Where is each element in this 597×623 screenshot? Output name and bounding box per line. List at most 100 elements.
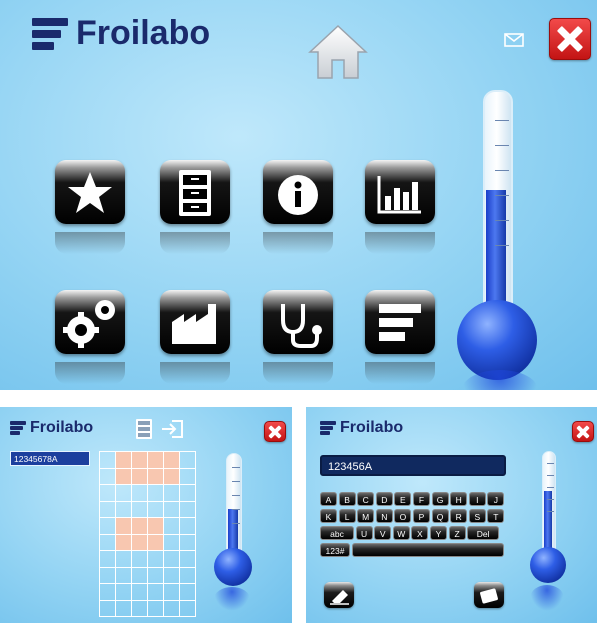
rack-cell[interactable] xyxy=(148,584,164,601)
rack-cell[interactable] xyxy=(100,567,116,584)
rack-cell[interactable] xyxy=(132,468,148,485)
key-g[interactable]: G xyxy=(431,492,449,506)
key-j[interactable]: J xyxy=(487,492,505,506)
home-button[interactable] xyxy=(306,22,370,80)
close-button[interactable] xyxy=(572,421,594,442)
key-b[interactable]: B xyxy=(338,492,356,506)
key-u[interactable]: U xyxy=(355,526,373,540)
factory-tile[interactable] xyxy=(160,290,230,354)
key-m[interactable]: M xyxy=(357,509,375,523)
confirm-button[interactable] xyxy=(474,582,504,608)
rack-cell[interactable] xyxy=(148,518,164,535)
statistics-tile[interactable] xyxy=(365,160,435,224)
key-h[interactable]: H xyxy=(450,492,468,506)
rack-cell[interactable] xyxy=(100,600,116,617)
rack-cell[interactable] xyxy=(148,534,164,551)
login-button[interactable] xyxy=(160,419,184,439)
rack-cell[interactable] xyxy=(180,551,196,568)
rack-cell[interactable] xyxy=(132,534,148,551)
storage-button[interactable] xyxy=(134,418,154,440)
key-e[interactable]: E xyxy=(394,492,412,506)
key-a[interactable]: A xyxy=(320,492,337,506)
rack-cell[interactable] xyxy=(116,485,132,502)
key-t[interactable]: T xyxy=(487,509,505,523)
key-p[interactable]: P xyxy=(413,509,430,523)
key-l[interactable]: L xyxy=(338,509,356,523)
rack-grid[interactable] xyxy=(99,451,196,617)
rack-cell[interactable] xyxy=(164,452,180,469)
close-button[interactable] xyxy=(549,18,591,60)
favorites-tile[interactable] xyxy=(55,160,125,224)
rack-cell[interactable] xyxy=(148,567,164,584)
rack-cell[interactable] xyxy=(164,501,180,518)
rack-cell[interactable] xyxy=(180,518,196,535)
rack-cell[interactable] xyxy=(116,584,132,601)
key-abc[interactable]: abc xyxy=(320,526,354,540)
close-button[interactable] xyxy=(264,421,286,442)
rack-cell[interactable] xyxy=(164,551,180,568)
rack-cell[interactable] xyxy=(164,600,180,617)
rack-cell[interactable] xyxy=(164,567,180,584)
rack-cell[interactable] xyxy=(116,468,132,485)
key-o[interactable]: O xyxy=(394,509,412,523)
key-d[interactable]: D xyxy=(375,492,393,506)
settings-tile[interactable] xyxy=(55,290,125,354)
rack-cell[interactable] xyxy=(180,534,196,551)
rack-cell[interactable] xyxy=(148,452,164,469)
rack-cell[interactable] xyxy=(132,485,148,502)
key-r[interactable]: R xyxy=(450,509,468,523)
rack-cell[interactable] xyxy=(180,452,196,469)
brand-tile[interactable] xyxy=(365,290,435,354)
rack-cell[interactable] xyxy=(132,584,148,601)
rack-cell[interactable] xyxy=(132,567,148,584)
rack-cell[interactable] xyxy=(180,468,196,485)
rack-cell[interactable] xyxy=(100,584,116,601)
key-k[interactable]: K xyxy=(320,509,337,523)
sample-id-field[interactable]: 12345678A xyxy=(10,451,90,466)
text-input[interactable]: 123456A xyxy=(320,455,506,476)
rack-cell[interactable] xyxy=(148,600,164,617)
key-space[interactable] xyxy=(351,543,504,557)
rack-cell[interactable] xyxy=(180,600,196,617)
rack-cell[interactable] xyxy=(100,452,116,469)
maintenance-tile[interactable] xyxy=(263,290,333,354)
clear-button[interactable] xyxy=(324,582,354,608)
rack-cell[interactable] xyxy=(132,551,148,568)
rack-cell[interactable] xyxy=(116,534,132,551)
key-s[interactable]: S xyxy=(468,509,486,523)
rack-cell[interactable] xyxy=(164,534,180,551)
rack-cell[interactable] xyxy=(100,518,116,535)
rack-cell[interactable] xyxy=(116,600,132,617)
rack-cell[interactable] xyxy=(116,551,132,568)
rack-cell[interactable] xyxy=(148,468,164,485)
key-n[interactable]: N xyxy=(375,509,393,523)
rack-cell[interactable] xyxy=(164,584,180,601)
key-del[interactable]: Del xyxy=(467,526,500,540)
rack-cell[interactable] xyxy=(116,452,132,469)
rack-cell[interactable] xyxy=(100,501,116,518)
key-z[interactable]: Z xyxy=(448,526,466,540)
info-tile[interactable] xyxy=(263,160,333,224)
rack-cell[interactable] xyxy=(132,501,148,518)
rack-cell[interactable] xyxy=(132,518,148,535)
rack-cell[interactable] xyxy=(100,485,116,502)
rack-cell[interactable] xyxy=(132,600,148,617)
storage-tile[interactable] xyxy=(160,160,230,224)
rack-cell[interactable] xyxy=(148,551,164,568)
rack-cell[interactable] xyxy=(116,501,132,518)
key-v[interactable]: V xyxy=(374,526,392,540)
rack-cell[interactable] xyxy=(116,567,132,584)
key-c[interactable]: C xyxy=(357,492,375,506)
rack-cell[interactable] xyxy=(180,501,196,518)
key-q[interactable]: Q xyxy=(431,509,449,523)
rack-cell[interactable] xyxy=(100,551,116,568)
mail-button[interactable] xyxy=(504,33,524,47)
rack-cell[interactable] xyxy=(100,534,116,551)
rack-cell[interactable] xyxy=(148,501,164,518)
key-i[interactable]: I xyxy=(468,492,486,506)
rack-cell[interactable] xyxy=(100,468,116,485)
rack-cell[interactable] xyxy=(164,518,180,535)
key-w[interactable]: W xyxy=(392,526,410,540)
rack-cell[interactable] xyxy=(116,518,132,535)
key-y[interactable]: Y xyxy=(430,526,447,540)
